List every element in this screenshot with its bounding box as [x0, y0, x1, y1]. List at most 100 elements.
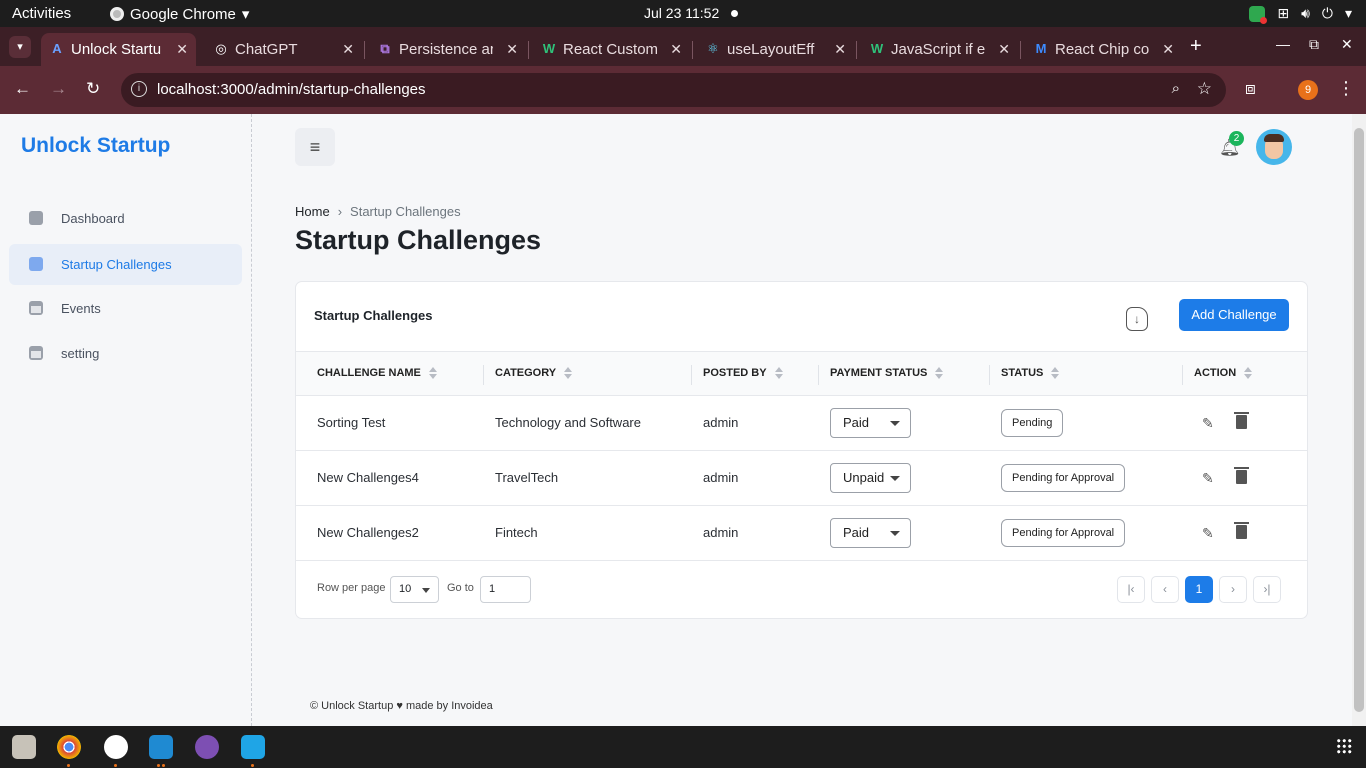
close-icon[interactable]: ✕	[998, 41, 1010, 58]
reload-icon[interactable]: ↻	[86, 79, 100, 99]
caret-down-icon	[422, 588, 430, 593]
forward-arrow-icon[interactable]: →	[50, 79, 67, 99]
scrollbar-thumb[interactable]	[1354, 128, 1364, 712]
delete-icon[interactable]	[1234, 522, 1249, 539]
tab-title: ChatGPT	[235, 41, 298, 58]
page-number-button[interactable]: 1	[1185, 576, 1213, 603]
close-icon[interactable]: ✕	[506, 41, 518, 58]
sidebar-item-events[interactable]: Events	[9, 288, 242, 329]
brand-logo[interactable]: Unlock Startup	[21, 134, 170, 158]
maximize-icon[interactable]: ⧉	[1309, 36, 1319, 53]
back-arrow-icon[interactable]: ←	[14, 79, 31, 99]
sidebar-item-dashboard[interactable]: Dashboard	[9, 198, 242, 239]
chrome-app-icon[interactable]	[57, 735, 81, 759]
close-window-icon[interactable]: ✕	[1341, 36, 1353, 53]
tab-title: useLayoutEff	[727, 41, 815, 58]
close-icon[interactable]: ✕	[342, 41, 354, 58]
chrome-icon	[110, 7, 124, 21]
close-icon[interactable]: ✕	[1162, 41, 1174, 58]
files-app-icon[interactable]	[12, 735, 36, 759]
address-bar[interactable]: i localhost:3000/admin/startup-challenge…	[121, 73, 1226, 107]
github-desktop-icon[interactable]	[195, 735, 219, 759]
tab-react-custom[interactable]: W React Custom ✕	[533, 33, 690, 66]
edit-icon[interactable]: ✎	[1202, 525, 1214, 542]
tab-persistence[interactable]: ⧉ Persistence ar ✕	[369, 33, 526, 66]
next-page-button[interactable]: ›	[1219, 576, 1247, 603]
mongodb-compass-icon[interactable]	[104, 735, 128, 759]
tab-favicon-icon: A	[52, 41, 62, 56]
delete-icon[interactable]	[1234, 467, 1249, 484]
payment-status-select[interactable]: Unpaid	[830, 463, 911, 493]
sort-icon[interactable]	[564, 367, 573, 379]
site-info-icon[interactable]: i	[131, 81, 147, 97]
caret-down-icon	[890, 476, 900, 481]
goto-page-input[interactable]: 1	[480, 576, 531, 603]
page-scrollbar[interactable]	[1352, 114, 1366, 726]
bookmark-star-icon[interactable]: ☆	[1197, 79, 1212, 99]
menu-toggle-button[interactable]: ≡	[295, 128, 335, 166]
breadcrumb-home-link[interactable]: Home	[295, 204, 330, 219]
minimize-icon[interactable]: —	[1276, 36, 1290, 52]
rows-per-page-select[interactable]: 10	[390, 576, 439, 603]
sidebar-item-setting[interactable]: setting	[9, 333, 242, 374]
url-text[interactable]: localhost:3000/admin/startup-challenges	[157, 81, 426, 98]
close-icon[interactable]: ✕	[670, 41, 682, 58]
skype-app-icon[interactable]	[241, 735, 265, 759]
column-header-action[interactable]: ACTION	[1194, 367, 1253, 379]
edit-icon[interactable]: ✎	[1202, 470, 1214, 487]
edit-icon[interactable]: ✎	[1202, 415, 1214, 432]
clock[interactable]: Jul 23 11:52	[644, 5, 739, 21]
vscode-app-icon[interactable]	[149, 735, 173, 759]
rows-per-page-label: Row per page	[317, 582, 386, 594]
extensions-icon[interactable]: ⧈	[1245, 79, 1256, 99]
zoom-icon[interactable]: ⌕	[1172, 80, 1180, 97]
column-header-challenge-name[interactable]: CHALLENGE NAME	[317, 367, 437, 379]
sort-icon[interactable]	[935, 367, 944, 379]
new-tab-button[interactable]: +	[1190, 36, 1202, 56]
payment-status-select[interactable]: Paid	[830, 518, 911, 548]
tab-unlock-startup[interactable]: A Unlock Startu ✕	[41, 33, 196, 66]
column-header-payment-status[interactable]: PAYMENT STATUS	[830, 367, 944, 379]
last-page-button[interactable]: ›|	[1253, 576, 1281, 603]
add-challenge-button[interactable]: Add Challenge	[1179, 299, 1289, 331]
sidebar-item-startup-challenges[interactable]: Startup Challenges	[9, 244, 242, 285]
tab-javascript-if[interactable]: W JavaScript if e ✕	[861, 33, 1018, 66]
close-icon[interactable]: ✕	[834, 41, 846, 58]
sort-icon[interactable]	[1051, 367, 1060, 379]
sort-icon[interactable]	[428, 367, 437, 379]
first-page-button[interactable]: |‹	[1117, 576, 1145, 603]
challenge-name-cell: New Challenges4	[317, 470, 419, 485]
main-content: ≡ 🔔︎ 2 Home › Startup Challenges Startup…	[253, 114, 1352, 726]
rows-per-page-value: 10	[399, 583, 412, 595]
tab-chatgpt[interactable]: ◎ ChatGPT ✕	[205, 33, 362, 66]
browser-menu-icon[interactable]: ⋮	[1337, 78, 1355, 99]
system-tray[interactable]: ⊞ 🔊︎ ⏻ ▾	[1249, 5, 1352, 24]
caret-down-icon	[890, 421, 900, 426]
close-icon[interactable]: ✕	[176, 41, 188, 58]
sort-icon[interactable]	[774, 367, 783, 379]
taskbar-dock	[0, 726, 1366, 768]
column-header-label: CHALLENGE NAME	[317, 367, 421, 379]
network-icon: ⊞	[1277, 5, 1290, 21]
web-page: Unlock Startup Dashboard Startup Challen…	[0, 114, 1352, 726]
calendar-icon	[29, 301, 43, 315]
tab-react-chip[interactable]: M React Chip co ✕	[1025, 33, 1182, 66]
download-icon[interactable]: ↓	[1126, 307, 1148, 331]
user-avatar[interactable]	[1256, 129, 1292, 165]
tab-search-button[interactable]: ▾	[9, 36, 31, 58]
avatar-hair	[1264, 134, 1284, 142]
show-apps-grid-icon[interactable]	[1336, 738, 1352, 754]
notification-dot-icon	[731, 9, 739, 17]
previous-page-button[interactable]: ‹	[1151, 576, 1179, 603]
profile-avatar[interactable]: 9	[1298, 80, 1318, 100]
app-menu[interactable]: Google Chrome ▾	[110, 5, 249, 23]
activities-button[interactable]: Activities	[12, 5, 71, 22]
sort-icon[interactable]	[1244, 367, 1253, 379]
column-header-posted-by[interactable]: POSTED BY	[703, 367, 783, 379]
running-indicator	[157, 764, 160, 767]
column-header-status[interactable]: STATUS	[1001, 367, 1060, 379]
column-header-category[interactable]: CATEGORY	[495, 367, 573, 379]
delete-icon[interactable]	[1234, 412, 1249, 429]
tab-uselayouteffect[interactable]: ⚛ useLayoutEff ✕	[697, 33, 854, 66]
payment-status-select[interactable]: Paid	[830, 408, 911, 438]
